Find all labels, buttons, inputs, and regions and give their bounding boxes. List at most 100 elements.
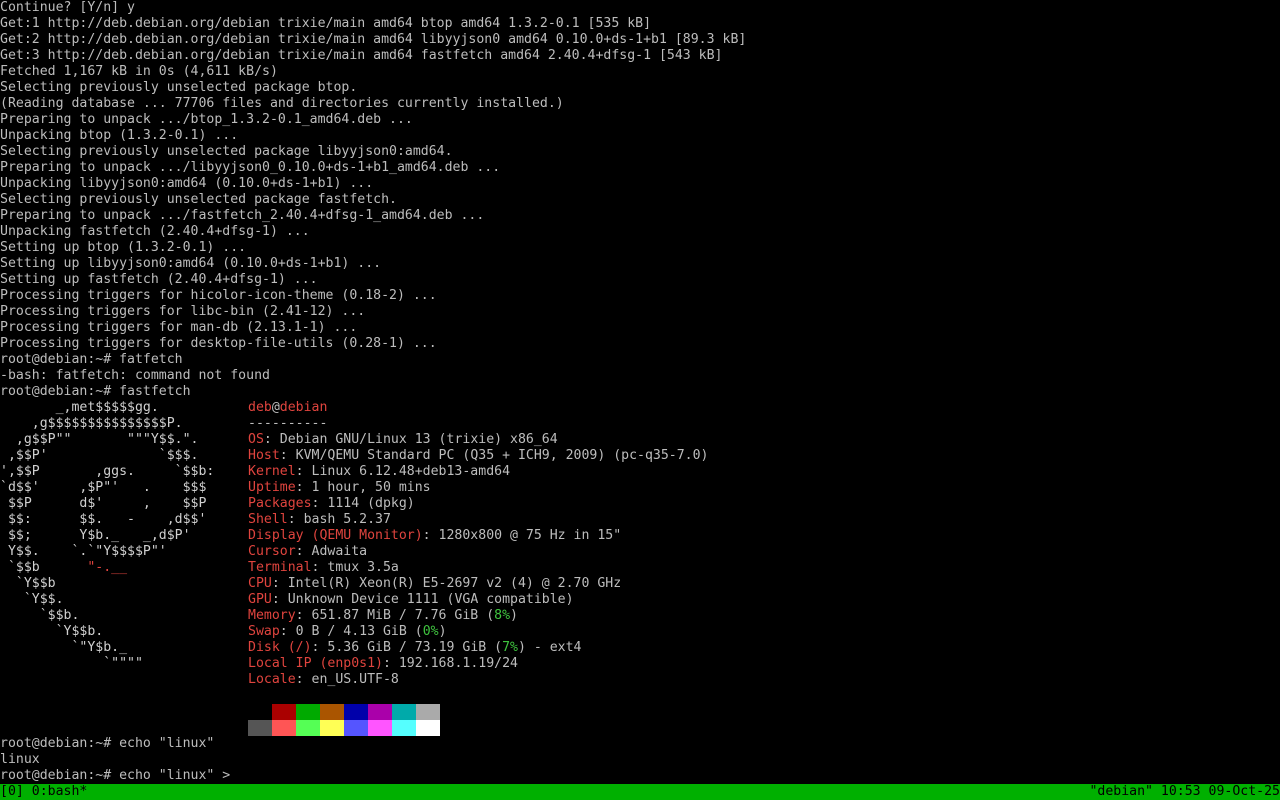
info-key: Locale <box>248 672 296 687</box>
bright-color-swatch <box>296 720 320 736</box>
logo-line: `Y$$b <box>0 576 56 591</box>
info-value: : 0 B / 4.13 GiB ( <box>279 624 423 639</box>
terminal-line: root@debian:~# fatfetch <box>0 352 183 367</box>
logo-line: $$: $$. - ,d$$' <box>0 512 207 527</box>
logo-line: ,g$$P"" """Y$$.". <box>0 432 199 447</box>
info-row: Display (QEMU Monitor): 1280x800 @ 75 Hz… <box>248 528 1248 544</box>
info-value: : 1280x800 @ 75 Hz in 15" <box>422 528 622 543</box>
info-key: Cursor <box>248 544 296 559</box>
info-row: Packages: 1114 (dpkg) <box>248 496 1248 512</box>
info-row: Kernel: Linux 6.12.48+deb13-amd64 <box>248 464 1248 480</box>
logo-line: ',$$P ,ggs. `$$b: <box>0 464 215 479</box>
info-row: Shell: bash 5.2.37 <box>248 512 1248 528</box>
info-row: Uptime: 1 hour, 50 mins <box>248 480 1248 496</box>
info-row: Memory: 651.87 MiB / 7.76 GiB (8%) <box>248 608 1248 624</box>
normal-color-swatch <box>296 704 320 720</box>
tmux-status-bar: [0] 0:bash* "debian" 10:53 09-Oct-25 <box>0 784 1280 800</box>
palette-row-bright <box>248 720 440 736</box>
terminal-line: Continue? [Y/n] y <box>0 0 135 15</box>
debian-ascii-logo: _,met$$$$$gg. ,g$$$$$$$$$$$$$$$P. ,g$$P"… <box>0 400 240 672</box>
terminal-line: Setting up libyyjson0:amd64 (0.10.0+ds-1… <box>0 256 382 271</box>
bright-color-swatch <box>392 720 416 736</box>
info-key: CPU <box>248 576 272 591</box>
normal-color-swatch <box>416 704 440 720</box>
info-value: : en_US.UTF-8 <box>295 672 399 687</box>
logo-line: Y$$. `.`"Y$$$$P"' <box>0 544 167 559</box>
info-row: GPU: Unknown Device 1111 (VGA compatible… <box>248 592 1248 608</box>
info-row: Cursor: Adwaita <box>248 544 1248 560</box>
usage-percent: 8% <box>494 608 511 623</box>
terminal-line: Fetched 1,167 kB in 0s (4,611 kB/s) <box>0 64 278 79</box>
tmux-status-right: "debian" 10:53 09-Oct-25 <box>1089 784 1280 799</box>
info-row: Host: KVM/QEMU Standard PC (Q35 + ICH9, … <box>248 448 1248 464</box>
terminal-line: root@debian:~# fastfetch <box>0 384 191 399</box>
terminal-line: Selecting previously unselected package … <box>0 144 453 159</box>
info-key: Local IP (enp0s1) <box>248 656 383 671</box>
info-key: Disk (/) <box>248 640 312 655</box>
terminal-line: Processing triggers for hicolor-icon-the… <box>0 288 437 303</box>
palette-row-normal <box>248 704 440 720</box>
info-value: : Linux 6.12.48+deb13-amd64 <box>295 464 511 479</box>
info-key: Swap <box>248 624 280 639</box>
info-key: Shell <box>248 512 288 527</box>
bright-color-swatch <box>320 720 344 736</box>
info-value: : 1114 (dpkg) <box>311 496 415 511</box>
info-key: GPU <box>248 592 272 607</box>
terminal-line: Get:3 http://deb.debian.org/debian trixi… <box>0 48 723 63</box>
terminal-line: Unpacking fastfetch (2.40.4+dfsg-1) ... <box>0 224 310 239</box>
fastfetch-info: deb@debian ---------- OS: Debian GNU/Linux… <box>248 400 1248 688</box>
terminal-line: Unpacking libyyjson0:amd64 (0.10.0+ds-1+… <box>0 176 374 191</box>
normal-color-swatch <box>248 704 272 720</box>
logo-line: ,$$P' `$$$. <box>0 448 199 463</box>
info-key: Display (QEMU Monitor) <box>248 528 423 543</box>
logo-line: `Y$$. <box>0 592 64 607</box>
logo-line: `"Y$b._ <box>0 640 128 655</box>
logo-line: $$; Y$b._ _,d$P' <box>0 528 191 543</box>
terminal-line: Selecting previously unselected package … <box>0 80 358 95</box>
logo-line: `d$$' ,$P"' . $$$ <box>0 480 207 495</box>
info-row: Terminal: tmux 3.5a <box>248 560 1248 576</box>
info-key: Terminal <box>248 560 312 575</box>
shell-prompt-line[interactable]: root@debian:~# echo "linux" > <box>0 768 230 784</box>
info-row: OS: Debian GNU/Linux 13 (trixie) x86_64 <box>248 432 1248 448</box>
info-row: Locale: en_US.UTF-8 <box>248 672 1248 688</box>
info-key: Packages <box>248 496 312 511</box>
logo-line: `Y$$b. <box>0 624 104 639</box>
title-user: deb <box>248 400 272 415</box>
info-value: : 192.168.1.19/24 <box>382 656 518 671</box>
normal-color-swatch <box>344 704 368 720</box>
info-value: : tmux 3.5a <box>311 560 399 575</box>
terminal-line: Preparing to unpack .../libyyjson0_0.10.… <box>0 160 501 175</box>
title-at: @ <box>271 400 280 415</box>
terminal-line: Get:1 http://deb.debian.org/debian trixi… <box>0 16 652 31</box>
info-key: Uptime <box>248 480 296 495</box>
terminal-line: (Reading database ... 77706 files and di… <box>0 96 564 111</box>
logo-red-fragment: "-.__ <box>87 560 128 575</box>
bright-color-swatch <box>248 720 272 736</box>
terminal-line: Processing triggers for desktop-file-uti… <box>0 336 437 351</box>
terminal-line: linux <box>0 752 40 767</box>
logo-line: _,met$$$$$gg. <box>0 400 159 415</box>
info-row: Disk (/): 5.36 GiB / 73.19 GiB (7%) - ex… <box>248 640 1248 656</box>
terminal-line: Processing triggers for man-db (2.13.1-1… <box>0 320 358 335</box>
normal-color-swatch <box>368 704 392 720</box>
info-value: : bash 5.2.37 <box>287 512 391 527</box>
usage-percent: 7% <box>502 640 518 655</box>
bright-color-swatch <box>344 720 368 736</box>
info-value: : Debian GNU/Linux 13 (trixie) x86_64 <box>263 432 558 447</box>
info-value-tail: ) <box>438 624 447 639</box>
tmux-window-list[interactable]: [0] 0:bash* <box>0 784 87 800</box>
logo-line: `"""" <box>0 656 143 671</box>
fastfetch-separator: ---------- <box>248 416 328 431</box>
terminal-line: Setting up fastfetch (2.40.4+dfsg-1) ... <box>0 272 318 287</box>
terminal-line: Preparing to unpack .../btop_1.3.2-0.1_a… <box>0 112 413 127</box>
terminal-screen[interactable]: Continue? [Y/n] y Get:1 http://deb.debian… <box>0 0 1280 800</box>
terminal-line: -bash: fatfetch: command not found <box>0 368 270 383</box>
info-key: Kernel <box>248 464 296 479</box>
info-key: Memory <box>248 608 296 623</box>
info-value-tail: ) - ext4 <box>517 640 582 655</box>
info-row: CPU: Intel(R) Xeon(R) E5-2697 v2 (4) @ 2… <box>248 576 1248 592</box>
normal-color-swatch <box>272 704 296 720</box>
fastfetch-title: deb@debian <box>248 400 1248 416</box>
info-value: : 651.87 MiB / 7.76 GiB ( <box>295 608 495 623</box>
